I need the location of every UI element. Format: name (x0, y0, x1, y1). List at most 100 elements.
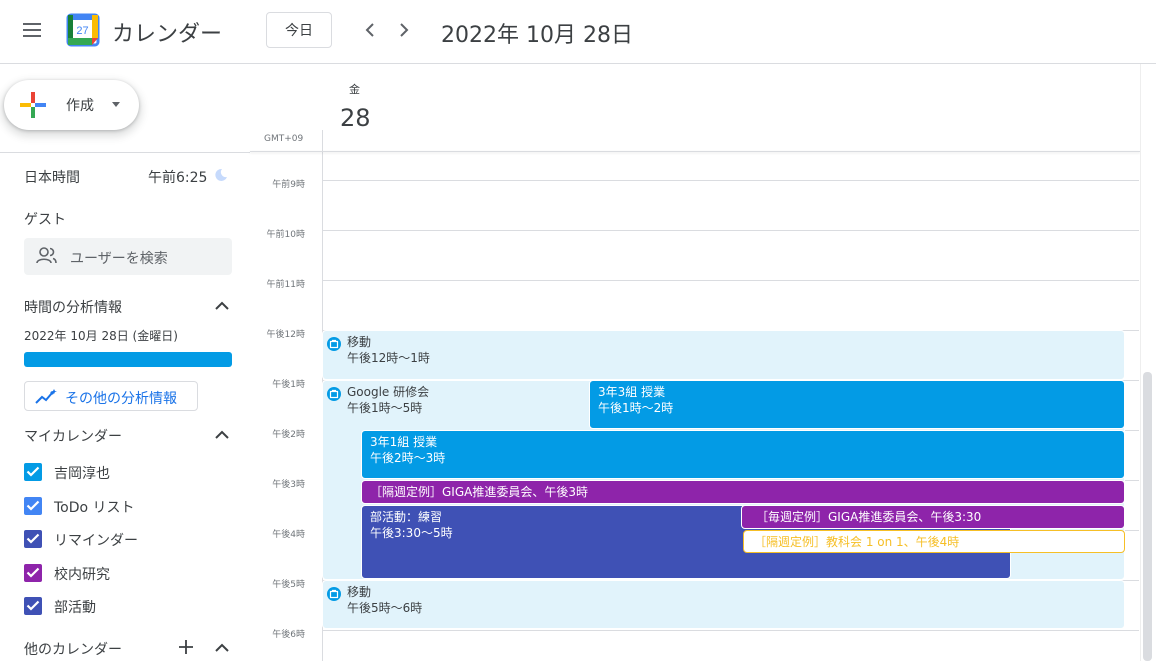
time-insights-bar[interactable] (24, 352, 232, 367)
main-menu-button[interactable] (16, 16, 48, 44)
check-icon (26, 533, 40, 544)
event-subject-meeting-declined[interactable]: ［隔週定例］教科会 1 on 1、午後4時 (743, 530, 1125, 553)
check-icon (26, 567, 40, 578)
event-title: ［毎週定例］GIGA推進委員会、午後3:30 (756, 510, 982, 524)
event-time: 午後3:30～5時 (370, 526, 453, 540)
more-insights-label: その他の分析情報 (65, 391, 177, 407)
calendar-checkbox[interactable] (24, 497, 42, 515)
hamburger-icon-line (23, 35, 41, 37)
hamburger-icon-line (23, 29, 41, 31)
chevron-left-icon (365, 23, 374, 37)
hour-label: 午後6時 (272, 630, 305, 640)
day-of-week: 金 (349, 83, 360, 96)
hamburger-icon (23, 23, 41, 25)
my-calendar-item[interactable]: リマインダー (24, 527, 244, 551)
next-day-button[interactable] (392, 18, 416, 42)
create-button-label: 作成 (66, 98, 94, 114)
event-time: 午後1時～2時 (598, 401, 674, 415)
hour-label: 午後1時 (272, 380, 305, 390)
my-calendar-item[interactable]: ToDo リスト (24, 494, 244, 518)
event-title: ［隔週定例］教科会 1 on 1、午後4時 (754, 535, 960, 549)
insights-icon (35, 389, 57, 404)
hour-label: 午後12時 (266, 330, 305, 340)
calendar-name: ToDo リスト (54, 500, 135, 516)
my-calendars-title: マイカレンダー (24, 429, 122, 445)
chevron-up-icon[interactable] (214, 430, 230, 440)
other-calendars-title: 他のカレンダー (24, 642, 122, 658)
event-giga-biweekly[interactable]: ［隔週定例］GIGA推進委員会、午後3時 (361, 480, 1125, 504)
out-of-office-icon (327, 387, 341, 401)
event-time: 午後2時～3時 (370, 451, 446, 465)
check-icon (26, 500, 40, 511)
chevron-up-icon[interactable] (214, 643, 230, 653)
calendar-checkbox[interactable] (24, 530, 42, 548)
calendar-name: 吉岡淳也 (54, 466, 110, 482)
people-icon (36, 247, 57, 264)
hour-label: 午後3時 (272, 480, 305, 490)
top-bar: 27 カレンダー 今日 2022年 10月 28日 (0, 0, 1156, 64)
app-title: カレンダー (112, 22, 223, 47)
timezone-time: 午前6:25 (148, 170, 208, 186)
event-title: 移動 (347, 585, 372, 599)
plus-color-icon (20, 92, 46, 118)
chevron-right-icon (400, 23, 409, 37)
hour-label: 午前9時 (272, 180, 305, 190)
hour-label: 午後2時 (272, 430, 305, 440)
today-button[interactable]: 今日 (266, 12, 332, 48)
time-insights-title: 時間の分析情報 (24, 300, 122, 316)
chevron-up-icon[interactable] (214, 301, 230, 311)
out-of-office-icon (327, 587, 341, 601)
user-search-placeholder: ユーザーを検索 (70, 251, 168, 267)
day-number[interactable]: 28 (340, 104, 371, 132)
event-giga-weekly[interactable]: ［毎週定例］GIGA推進委員会、午後3:30 (741, 505, 1125, 529)
current-date-title: 2022年 10月 28日 (441, 23, 633, 48)
event-title: ［隔週定例］GIGA推進委員会、午後3時 (370, 485, 588, 499)
time-insights-date: 2022年 10月 28日 (金曜日) (24, 329, 178, 343)
sidebar-divider (0, 152, 250, 153)
calendar-checkbox[interactable] (24, 463, 42, 481)
calendar-checkbox[interactable] (24, 564, 42, 582)
more-insights-button[interactable]: その他の分析情報 (24, 381, 198, 411)
event-time: 午後12時～1時 (347, 351, 430, 365)
timezone-offset: GMT+09 (264, 134, 304, 144)
my-calendar-item[interactable]: 吉岡淳也 (24, 460, 244, 484)
previous-day-button[interactable] (358, 18, 382, 42)
hour-label: 午後5時 (272, 580, 305, 590)
caret-down-icon (112, 102, 120, 107)
event-title: 移動 (347, 335, 372, 349)
user-search-input[interactable]: ユーザーを検索 (24, 238, 232, 275)
timezone-label: 日本時間 (24, 170, 80, 186)
event-class-3-1[interactable]: 3年1組 授業 午後2時～3時 (361, 430, 1125, 479)
event-title: Google 研修会 (347, 385, 430, 399)
hour-label: 午前10時 (266, 230, 305, 240)
event-time: 午後1時～5時 (347, 401, 423, 415)
create-button[interactable]: 作成 (4, 80, 139, 130)
event-travel-5pm[interactable]: 移動 午後5時～6時 (322, 580, 1125, 629)
event-title: 部活動：練習 (370, 510, 443, 524)
event-title: 3年3組 授業 (598, 385, 666, 399)
check-icon (26, 600, 40, 611)
my-calendar-item[interactable]: 校内研究 (24, 561, 244, 585)
moon-icon (215, 168, 227, 181)
my-calendar-item[interactable]: 部活動 (24, 594, 244, 618)
guest-label: ゲスト (24, 212, 66, 228)
event-travel-noon[interactable]: 移動 午後12時～1時 (322, 330, 1125, 380)
hour-line (322, 180, 1139, 181)
check-icon (26, 466, 40, 477)
hour-line (322, 230, 1139, 231)
scrollbar-thumb[interactable] (1143, 372, 1152, 661)
add-calendar-icon[interactable] (178, 639, 194, 655)
event-title: 3年1組 授業 (370, 435, 438, 449)
calendar-name: リマインダー (54, 533, 138, 549)
event-time: 午後5時～6時 (347, 601, 423, 615)
logo-day: 27 (76, 25, 88, 37)
calendar-name: 部活動 (54, 600, 96, 616)
hour-line (322, 630, 1139, 631)
calendar-logo[interactable]: 27 (66, 13, 100, 47)
header-divider (250, 151, 1140, 152)
out-of-office-icon (327, 337, 341, 351)
calendar-checkbox[interactable] (24, 597, 42, 615)
hour-label: 午前11時 (266, 280, 305, 290)
event-class-3-3[interactable]: 3年3組 授業 午後1時～2時 (589, 380, 1125, 429)
hour-line (322, 280, 1139, 281)
